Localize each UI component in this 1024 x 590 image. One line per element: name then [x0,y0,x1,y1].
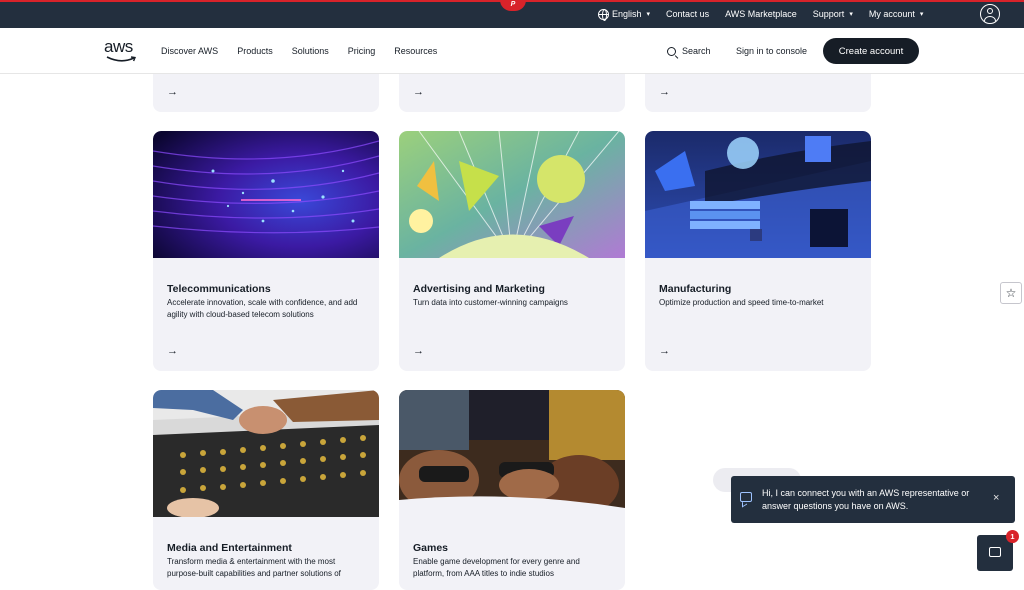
card-description: Enable game development for every genre … [413,557,580,578]
contact-us-link[interactable]: Contact us [666,9,709,19]
nav-solutions[interactable]: Solutions [292,46,329,56]
arrow-right-icon: → [167,345,178,357]
aws-logo[interactable]: aws [104,38,140,64]
top-utility-bar: P English ▾ Contact us AWS Marketplace S… [0,0,1024,28]
card-description: Accelerate innovation, scale with confid… [167,298,358,319]
create-account-button[interactable]: Create account [823,38,919,64]
favorite-star-button[interactable]: ☆ [1000,282,1022,304]
card-description: Transform media & entertainment with the… [167,557,341,578]
media-entertainment-card[interactable]: Media and Entertainment Transform media … [153,390,379,590]
manufacturing-card[interactable]: Manufacturing Optimize production and sp… [645,131,871,371]
search-button[interactable]: Search [667,28,711,74]
card-description: Optimize production and speed time-to-ma… [659,298,824,307]
nav-discover-aws[interactable]: Discover AWS [161,46,218,56]
card-title: Telecommunications [167,283,271,295]
aws-marketplace-link[interactable]: AWS Marketplace [725,9,797,19]
card-title: Advertising and Marketing [413,283,545,295]
chat-message: Hi, I can connect you with an AWS repres… [762,488,970,511]
media-entertainment-image [153,390,379,517]
language-selector[interactable]: English ▾ [598,8,651,21]
nav-pricing[interactable]: Pricing [348,46,376,56]
promo-flag-tab[interactable]: P [500,0,526,11]
arrow-right-icon: → [413,345,424,357]
telecommunications-image [153,131,379,258]
card-title: Games [413,542,449,554]
chevron-down-icon: ▾ [646,11,651,18]
card-title: Media and Entertainment [167,542,292,554]
arrow-right-icon: → [167,86,178,98]
games-image [399,390,625,517]
nav-products[interactable]: Products [237,46,273,56]
card-title: Manufacturing [659,283,732,295]
arrow-right-icon: → [659,86,670,98]
chat-popup: Hi, I can connect you with an AWS repres… [731,476,1015,523]
close-icon[interactable]: × [993,492,999,504]
telecommunications-card[interactable]: Telecommunications Accelerate innovation… [153,131,379,371]
chevron-down-icon: ▾ [849,11,853,18]
logo-text: aws [104,37,133,56]
arrow-right-icon: → [659,345,670,357]
logo-smile-icon [106,56,136,62]
support-menu[interactable]: Support ▾ [813,9,853,19]
industry-card[interactable]: → [645,74,871,112]
my-account-menu[interactable]: My account ▾ [869,9,924,19]
advertising-marketing-card[interactable]: Advertising and Marketing Turn data into… [399,131,625,371]
nav-resources[interactable]: Resources [394,46,437,56]
star-icon: ☆ [1005,286,1017,300]
unread-count-badge: 1 [1006,530,1019,543]
search-icon [667,46,676,56]
search-label: Search [682,46,711,56]
globe-icon [598,8,609,21]
advertising-marketing-image [399,131,625,258]
user-profile-icon[interactable] [980,4,1000,24]
arrow-right-icon: → [413,86,424,98]
language-label: English [612,9,642,19]
games-card[interactable]: Games Enable game development for every … [399,390,625,590]
primary-nav-links: Discover AWS Products Solutions Pricing … [161,28,456,74]
main-navigation: aws Discover AWS Products Solutions Pric… [0,28,1024,74]
sign-in-link[interactable]: Sign in to console [736,28,807,74]
chevron-down-icon: ▾ [919,11,924,18]
chat-bubble-icon [989,547,1001,557]
industry-card[interactable]: → [399,74,625,112]
industry-card[interactable]: → [153,74,379,112]
card-description: Turn data into customer-winning campaign… [413,298,568,307]
manufacturing-image [645,131,871,258]
chat-bubble-icon [740,492,752,502]
